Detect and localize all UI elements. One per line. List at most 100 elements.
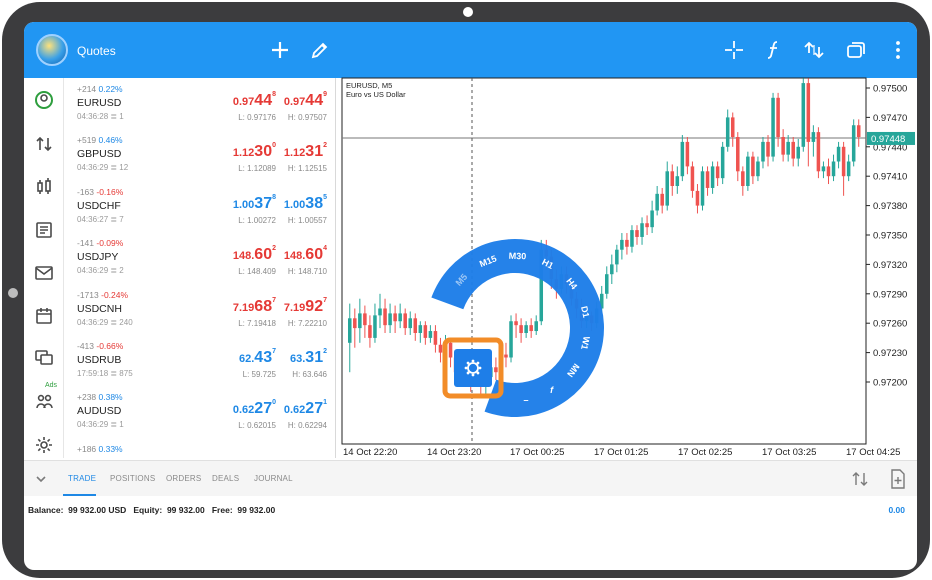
candle-bull (846, 161, 851, 177)
candle-bear (826, 166, 831, 177)
quote-row[interactable]: +186 0.33% (64, 438, 335, 458)
change-percent: 0.38% (98, 392, 123, 403)
candle-bull (358, 313, 362, 329)
ask-price-pips: 38 (305, 194, 324, 212)
price-tick-label: 0.97260 (873, 319, 907, 330)
quote-low: L: 1.12089 (238, 164, 276, 174)
quote-row[interactable]: +519 0.46% GBPUSD 04:36:29 ≣ 12 1.12300 1.12… (64, 129, 335, 180)
chevron-down-icon[interactable] (34, 472, 48, 486)
quote-time: 04:36:27 ≣ 7 (77, 214, 124, 224)
timeframe-m30[interactable]: M30 (509, 251, 527, 262)
quote-row[interactable]: -1713 -0.24% USDCNH 04:36:29 ≣ 240 7.19687 7… (64, 284, 335, 335)
candle-bear (625, 239, 629, 247)
tab-journal[interactable]: JOURNAL (254, 474, 293, 483)
quote-high: H: 1.12515 (287, 164, 327, 174)
candle-bull (665, 171, 669, 206)
candle-bear (514, 321, 518, 326)
nav-news-icon[interactable] (32, 218, 56, 242)
bid-price: 0.97448 (233, 91, 276, 110)
candle-bear (670, 171, 675, 186)
price-tick-label: 0.97350 (873, 231, 907, 242)
price-tick-label: 0.97290 (873, 289, 907, 300)
quote-low: L: 1.00272 (238, 215, 276, 225)
more-vertical-icon[interactable] (886, 38, 910, 62)
quote-symbol: EURUSD (77, 97, 122, 109)
settings-icon-tooth (466, 371, 470, 375)
candle-bull (700, 171, 705, 206)
dollar-refresh-icon[interactable] (802, 38, 826, 62)
change-percent: 0.33% (98, 443, 123, 454)
settings-icon-tooth (471, 373, 475, 377)
price-chart[interactable]: 0.975000.974700.974400.974100.973800.973… (340, 76, 917, 460)
quote-row[interactable]: -163 -0.16% USDCHF 04:36:27 ≣ 7 1.00378 1.00… (64, 181, 335, 232)
bid-price-pips: 60 (254, 246, 273, 264)
bid-price: 7.19687 (233, 296, 276, 316)
ask-price-pips: 60 (305, 246, 324, 264)
bid-price-pips: 43 (254, 349, 273, 366)
sort-icon[interactable] (850, 469, 870, 489)
function-icon[interactable] (762, 38, 786, 62)
settings-icon-tooth (471, 359, 475, 363)
candle-bear (448, 342, 453, 358)
tab-trade[interactable]: TRADE (68, 474, 96, 483)
nav-community-icon[interactable] (32, 390, 56, 414)
app-title: Quotes (77, 44, 116, 58)
time-tick-label: 17 Oct 00:25 (510, 447, 564, 458)
balance-summary: Balance: 99 932.00 USD Equity: 99 932.00… (28, 505, 275, 515)
tab-deals[interactable]: DEALS (212, 474, 239, 483)
new-order-icon[interactable] (888, 468, 908, 490)
tab-positions[interactable]: POSITIONS (110, 474, 155, 483)
quote-time: 04:36:29 ≣ 2 (77, 266, 124, 276)
change-points: -413 (77, 341, 97, 351)
current-price-label: 0.97448 (871, 134, 905, 145)
candle-bear (363, 313, 367, 326)
quote-row[interactable]: -141 -0.09% USDJPY 04:36:29 ≣ 2 148.602 148.… (64, 232, 335, 283)
pencil-icon[interactable] (308, 38, 332, 62)
quote-high: H: 0.62294 (287, 421, 327, 431)
windows-icon[interactable] (844, 38, 868, 62)
settings-icon-tooth (466, 361, 470, 365)
nav-settings-icon[interactable] (32, 433, 56, 457)
quote-time: 04:36:29 ≣ 1 (77, 420, 124, 430)
bid-price-fraction: 8 (272, 91, 276, 98)
tab-orders[interactable]: ORDERS (166, 474, 201, 483)
change-percent: 0.46% (98, 135, 123, 146)
candle-bull (620, 239, 624, 250)
ask-price-pips: 44 (305, 92, 324, 109)
nav-trade-icon[interactable] (32, 132, 56, 156)
candle-bear (368, 325, 372, 338)
bid-price-fraction: 7 (272, 296, 276, 304)
minus-icon[interactable]: – (524, 395, 529, 405)
quote-change: -163 -0.16% (77, 187, 123, 197)
quote-low: L: 59.725 (242, 370, 276, 379)
candle-bull (524, 325, 528, 333)
add-icon[interactable] (268, 38, 292, 62)
crosshair-icon[interactable] (722, 38, 746, 62)
candle-bull (509, 321, 513, 358)
balance-value: 99 932.00 USD (68, 505, 127, 515)
nav-quotes-icon[interactable] (32, 88, 56, 112)
candle-bull (534, 321, 538, 332)
plot-area (341, 77, 867, 445)
quote-row[interactable]: -413 -0.66% USDRUB 17:59:18 ≣ 875 62.437 63.… (64, 335, 335, 386)
candle-bull (650, 210, 654, 228)
quote-time: 17:59:18 ≣ 875 (77, 369, 133, 378)
chart-description-label: Euro vs US Dollar (346, 90, 406, 99)
side-button (8, 288, 18, 298)
nav-mail-icon[interactable] (32, 261, 56, 285)
nav-chart-icon[interactable] (32, 175, 56, 199)
nav-chat-icon[interactable] (32, 345, 56, 369)
change-points: -1713 (77, 289, 102, 300)
candle-bull (725, 117, 730, 147)
terminal-tabs: TRADE POSITIONS ORDERS DEALS JOURNAL (24, 460, 917, 497)
ask-price: 63.312 (290, 348, 327, 367)
bid-price-fraction: 8 (272, 193, 276, 201)
quote-time: 04:36:29 ≣ 12 (77, 163, 129, 173)
quote-row[interactable]: +238 0.38% AUDUSD 04:36:29 ≣ 1 0.62270 0.622… (64, 386, 335, 437)
quote-symbol: USDJPY (77, 251, 119, 264)
candle-bear (529, 325, 533, 332)
bid-price-prefix: 62. (239, 353, 255, 365)
nav-calendar-icon[interactable] (32, 304, 56, 328)
quote-row[interactable]: +214 0.22% EURUSD 04:36:28 ≣ 1 0.97448 0.974… (64, 78, 335, 129)
candle-bear (438, 344, 443, 353)
